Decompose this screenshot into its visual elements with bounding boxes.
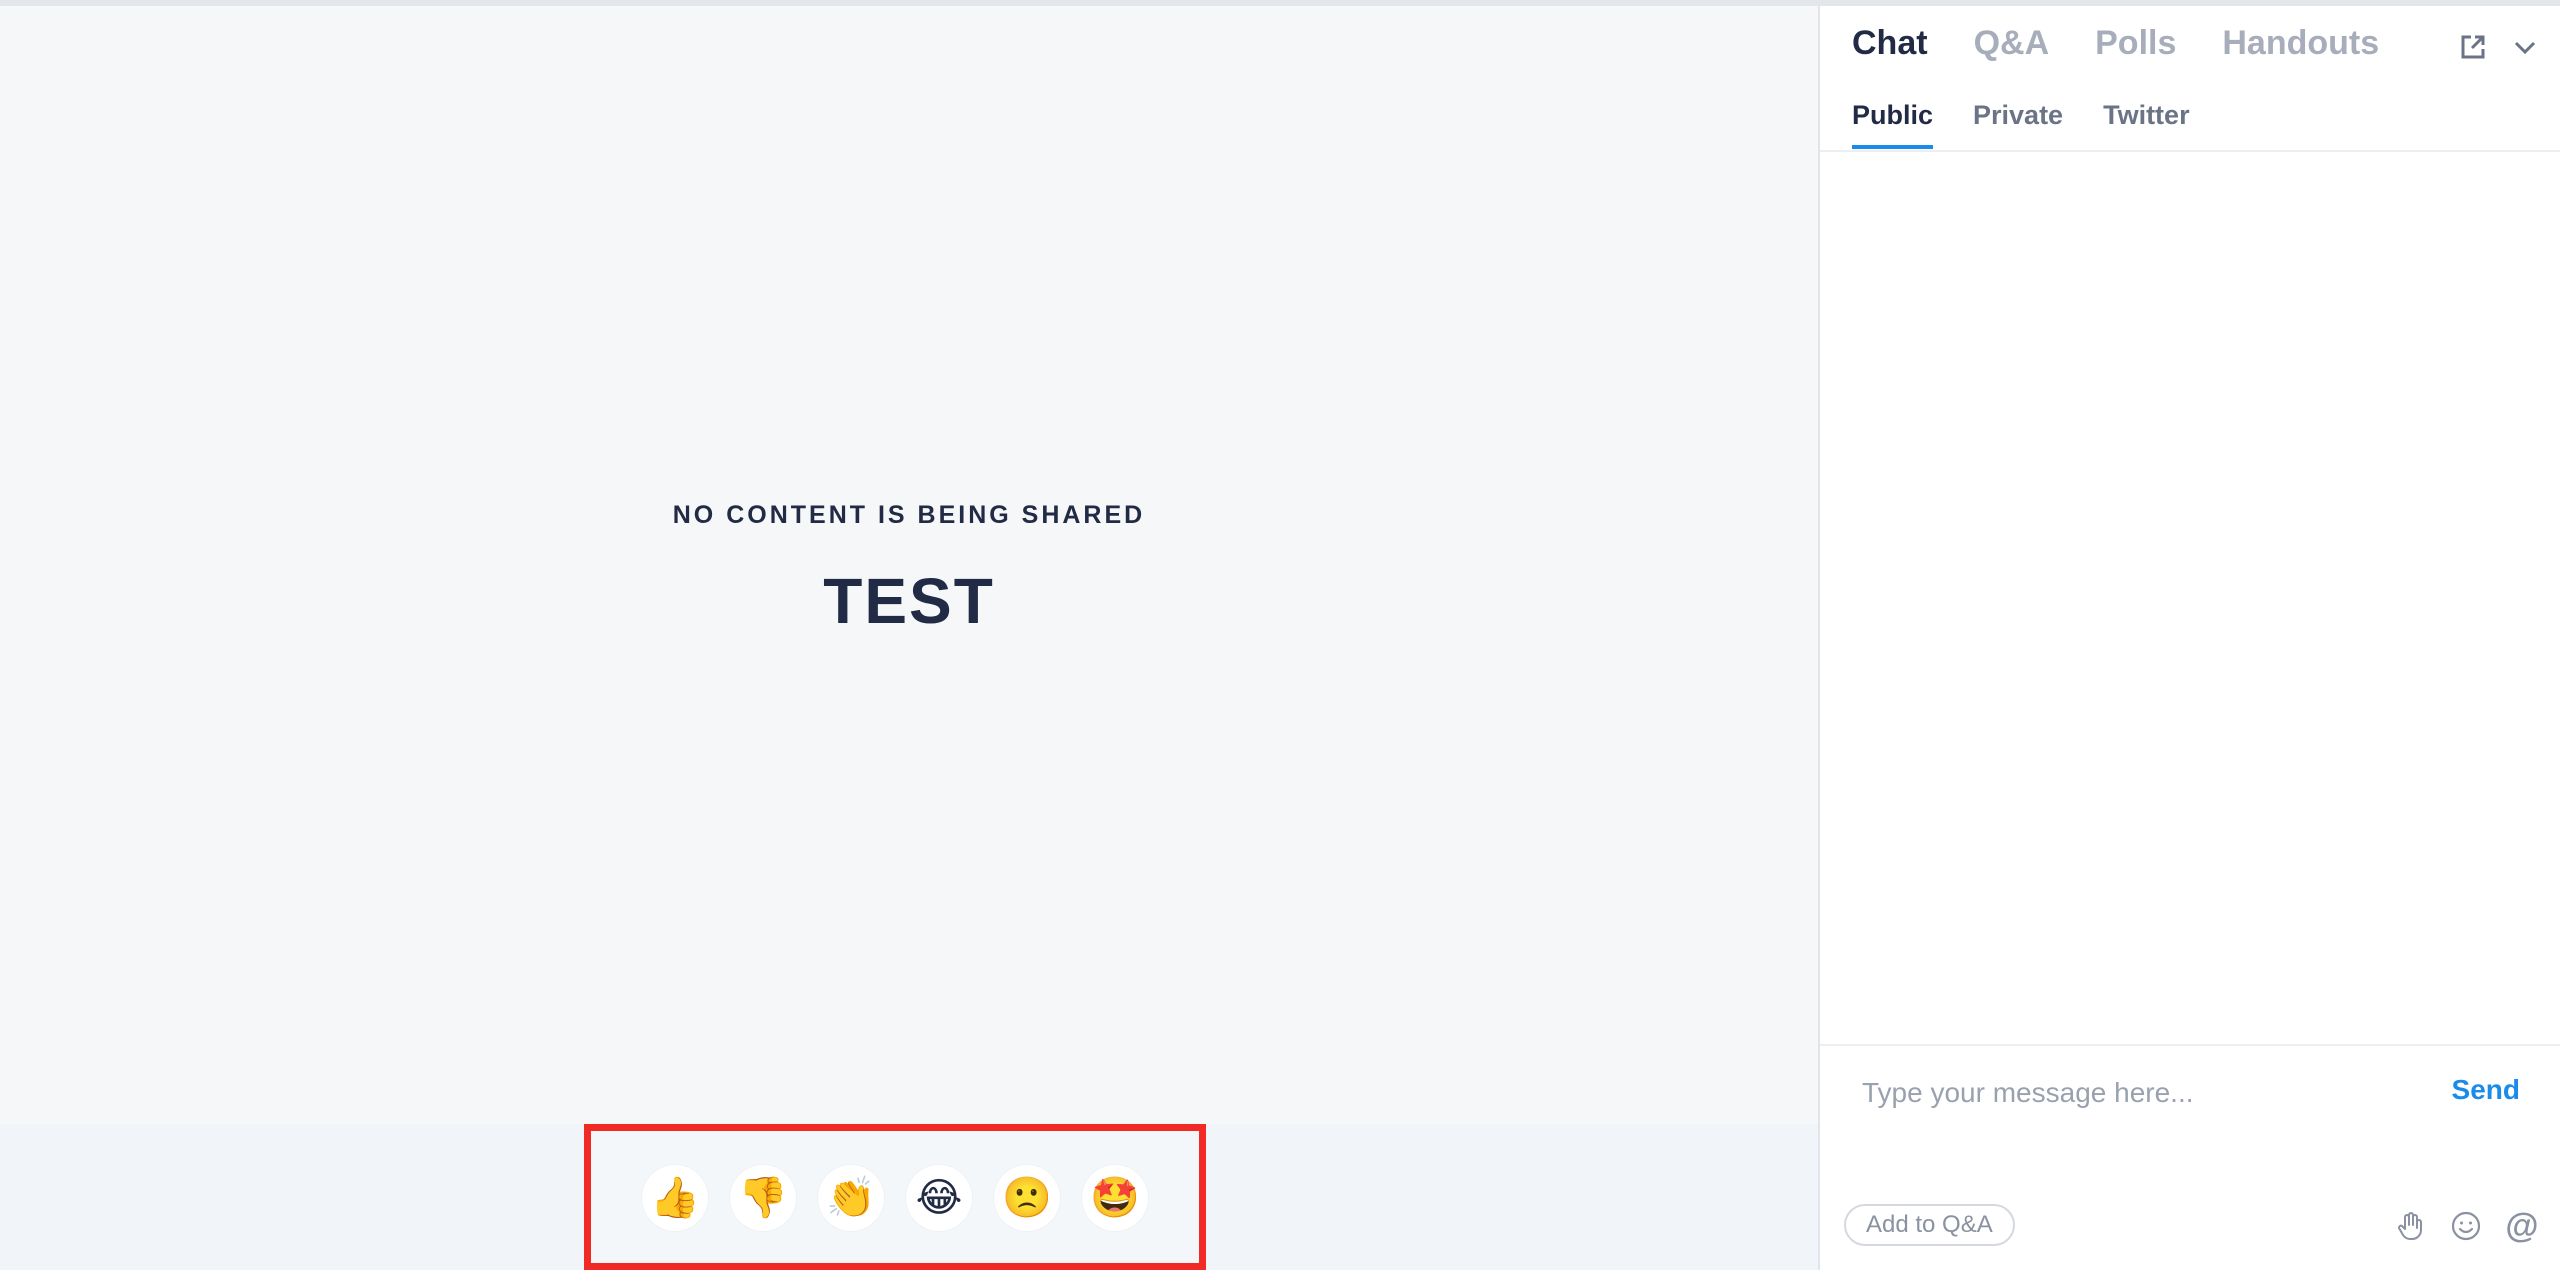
subtab-twitter[interactable]: Twitter [2103, 100, 2190, 149]
subtab-public[interactable]: Public [1852, 100, 1934, 149]
chevron-down-icon[interactable] [2510, 32, 2540, 62]
no-content-message: NO CONTENT IS BEING SHARED [672, 501, 1146, 529]
reaction-thumbs-up-button[interactable]: 👍 [642, 1165, 708, 1231]
reaction-thumbs-down-button[interactable]: 👎 [730, 1165, 796, 1231]
subtab-private[interactable]: Private [1973, 100, 2063, 149]
thumbs-up-icon: 👍 [650, 1176, 700, 1220]
emoji-icon[interactable] [2448, 1208, 2484, 1244]
reaction-star-struck-button[interactable]: 🤩 [1082, 1165, 1148, 1231]
add-to-qa-button[interactable]: Add to Q&A [1844, 1204, 2015, 1246]
chat-sub-tabs: Public Private Twitter [1852, 100, 2190, 149]
message-input[interactable] [1862, 1068, 2422, 1118]
stage-placeholder: NO CONTENT IS BEING SHARED TEST [0, 501, 1818, 638]
tab-polls[interactable]: Polls [2095, 24, 2176, 63]
tab-chat[interactable]: Chat [1852, 24, 1928, 63]
reaction-clapping-button[interactable]: 👏 [818, 1165, 884, 1231]
thumbs-down-icon: 👎 [738, 1176, 788, 1220]
confused-face-icon: 🙁 [1002, 1176, 1052, 1220]
tab-qa[interactable]: Q&A [1974, 24, 2050, 63]
stage-title: TEST [823, 565, 995, 637]
composer-tools: @ [2392, 1207, 2540, 1245]
popout-icon[interactable] [2458, 32, 2488, 62]
panel-actions [2458, 32, 2540, 62]
laughing-face-icon: 😂 [915, 1176, 963, 1220]
message-list[interactable] [1820, 152, 2560, 1044]
composer-divider [1820, 1044, 2560, 1046]
chat-panel: Chat Q&A Polls Handouts Public Private T… [1820, 6, 2560, 1270]
reactions-highlight: 👍 👎 👏 😂 🙁 🤩 [584, 1124, 1206, 1270]
mention-icon[interactable]: @ [2504, 1207, 2540, 1245]
reaction-laughing-button[interactable]: 😂 [906, 1165, 972, 1231]
raise-hand-icon[interactable] [2392, 1208, 2428, 1244]
panel-main-tabs: Chat Q&A Polls Handouts [1852, 24, 2379, 63]
reactions-bar: 👍 👎 👏 😂 🙁 🤩 [0, 1124, 1818, 1270]
stage-area: NO CONTENT IS BEING SHARED TEST 👍 👎 👏 😂 … [0, 6, 1818, 1270]
send-button[interactable]: Send [2452, 1074, 2520, 1106]
clapping-hands-icon: 👏 [826, 1176, 876, 1220]
tab-handouts[interactable]: Handouts [2222, 24, 2379, 63]
star-struck-face-icon: 🤩 [1090, 1176, 1140, 1220]
reaction-confused-button[interactable]: 🙁 [994, 1165, 1060, 1231]
